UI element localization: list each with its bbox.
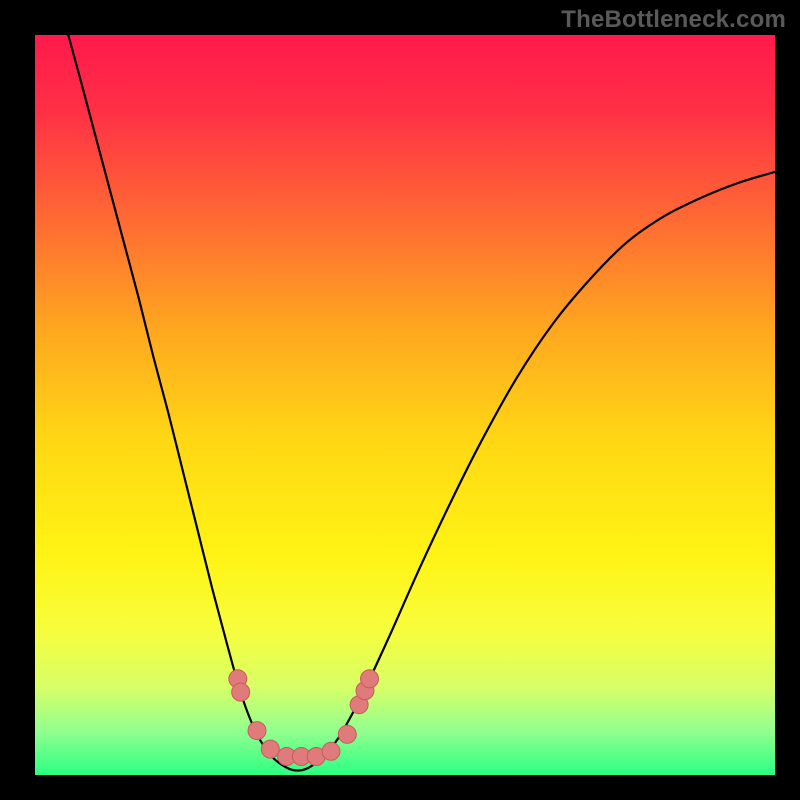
data-marker bbox=[261, 740, 279, 758]
watermark: TheBottleneck.com bbox=[561, 6, 786, 34]
data-marker bbox=[248, 722, 266, 740]
gradient-background bbox=[35, 35, 775, 775]
data-marker bbox=[322, 742, 340, 760]
plot-svg bbox=[35, 35, 775, 775]
plot-area bbox=[35, 35, 775, 775]
data-marker bbox=[338, 725, 356, 743]
data-marker bbox=[232, 683, 250, 701]
chart-frame: TheBottleneck.com bbox=[0, 0, 800, 800]
data-marker bbox=[361, 670, 379, 688]
